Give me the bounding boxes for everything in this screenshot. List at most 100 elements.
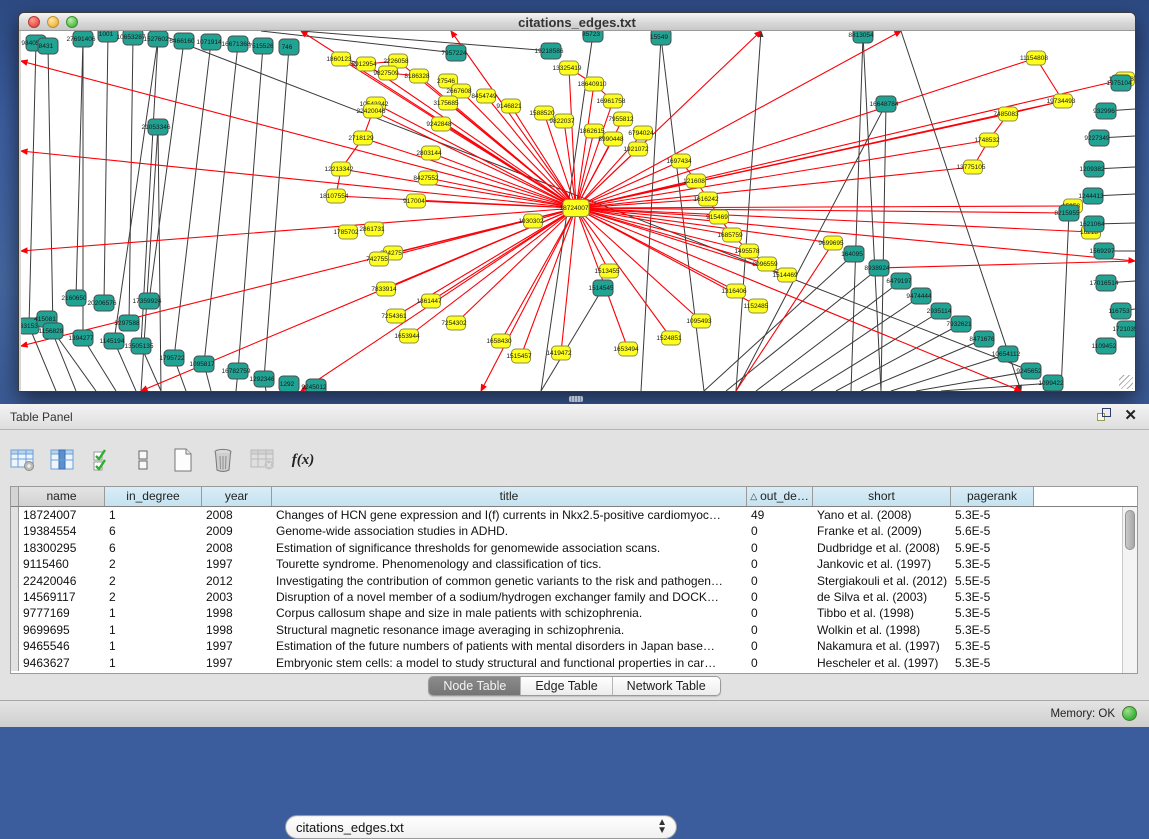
- graph-node[interactable]: 1361447: [416, 294, 442, 308]
- graph-node[interactable]: 1292: [279, 376, 299, 391]
- graph-node[interactable]: 15549: [650, 31, 671, 45]
- graph-node[interactable]: 1292346: [249, 371, 275, 387]
- table-row[interactable]: 946554611997Estimation of the future num…: [11, 638, 1122, 654]
- column-header-year[interactable]: year: [202, 487, 272, 506]
- table-selector-dropdown[interactable]: citations_edges.txt ▲▼: [285, 815, 677, 839]
- graph-node[interactable]: 1152485: [744, 299, 769, 313]
- graph-node[interactable]: 17359924: [133, 293, 162, 309]
- graph-node[interactable]: 1145194: [100, 333, 125, 349]
- graph-node[interactable]: 11154808: [1020, 51, 1048, 65]
- graph-node[interactable]: 116753: [1108, 303, 1131, 319]
- row-height-button[interactable]: [128, 445, 158, 475]
- graph-node[interactable]: 1109452: [1092, 338, 1117, 354]
- graph-node[interactable]: 1394277: [68, 330, 94, 346]
- select-column-button[interactable]: [48, 445, 78, 475]
- graph-node[interactable]: 1721035: [1112, 321, 1135, 337]
- table-row[interactable]: 911546021997Tourette syndrome. Phenomeno…: [11, 556, 1122, 572]
- graph-node[interactable]: 7955812: [608, 112, 634, 126]
- graph-node[interactable]: 16671368: [222, 36, 251, 52]
- graph-node[interactable]: 16782759: [222, 363, 251, 379]
- graph-node[interactable]: 7515526: [248, 38, 274, 54]
- graph-node[interactable]: 3297588: [114, 315, 140, 331]
- graph-node[interactable]: 1527602: [143, 31, 169, 47]
- graph-node[interactable]: 1921072: [623, 142, 649, 156]
- graph-node[interactable]: 9227349: [1084, 130, 1110, 146]
- graph-node[interactable]: 8813054: [848, 31, 874, 43]
- graph-node[interactable]: 16961758: [597, 94, 626, 108]
- graph-node[interactable]: 9474444: [906, 288, 932, 304]
- table-row[interactable]: 1938455462009Genome-wide association stu…: [11, 523, 1122, 539]
- graph-node[interactable]: 9827509: [373, 66, 399, 80]
- graph-node[interactable]: 7254302: [441, 316, 467, 330]
- graph-node[interactable]: 10654112: [992, 346, 1021, 362]
- graph-node[interactable]: 1209382: [1079, 161, 1105, 177]
- graph-node[interactable]: 1653494: [613, 342, 639, 356]
- graph-node[interactable]: 13505135: [125, 338, 154, 354]
- delete-column-trash-button[interactable]: [208, 445, 238, 475]
- graph-node[interactable]: 746: [279, 39, 299, 55]
- graph-node[interactable]: 8186328: [404, 69, 430, 83]
- network-canvas[interactable]: 9840557843127691406100110653287152760264…: [21, 31, 1135, 391]
- table-row[interactable]: 2242004622012Investigating the contribut…: [11, 573, 1122, 589]
- graph-node[interactable]: 18107554: [320, 189, 349, 203]
- graph-node[interactable]: 6479197: [886, 273, 912, 289]
- show-column-settings-button[interactable]: [8, 445, 38, 475]
- graph-node[interactable]: 8454749: [471, 89, 497, 103]
- graph-node[interactable]: 6794024: [628, 126, 654, 140]
- column-header-pagerank[interactable]: pagerank: [951, 487, 1034, 506]
- table-row[interactable]: 1456911722003Disruption of a novel membe…: [11, 589, 1122, 605]
- graph-node[interactable]: 9245652: [1016, 363, 1042, 379]
- graph-node[interactable]: 27691406: [67, 31, 96, 47]
- network-window[interactable]: citations_edges.txt 98405578431276914061…: [18, 12, 1136, 392]
- graph-node[interactable]: 1748532: [974, 133, 1000, 147]
- column-header-in_degree[interactable]: in_degree: [105, 487, 202, 506]
- graph-node[interactable]: 1658430: [486, 334, 512, 348]
- graph-node[interactable]: 164095: [841, 246, 864, 262]
- graph-node[interactable]: 2935114: [927, 303, 952, 319]
- graph-node[interactable]: 742755: [366, 252, 388, 266]
- column-header-name[interactable]: name: [19, 487, 105, 506]
- graph-node[interactable]: 1860123: [326, 52, 352, 66]
- table-row[interactable]: 977716911998Corpus callosum shape and si…: [11, 605, 1122, 621]
- graph-node[interactable]: 1524851: [656, 331, 682, 345]
- graph-node[interactable]: 1514545: [588, 280, 614, 296]
- function-builder-button[interactable]: f(x): [288, 445, 318, 475]
- graph-node[interactable]: 1513455: [594, 264, 620, 278]
- graph-node[interactable]: 19218586: [535, 43, 564, 59]
- vertical-scrollbar[interactable]: [1122, 507, 1137, 673]
- graph-node[interactable]: 1001: [98, 31, 118, 42]
- scrollbar-thumb[interactable]: [1125, 510, 1135, 550]
- graph-node[interactable]: 1099422: [1038, 375, 1064, 391]
- network-graph[interactable]: 9840557843127691406100110653287152760264…: [21, 31, 1135, 391]
- graph-node[interactable]: 16648784: [870, 96, 899, 112]
- graph-node[interactable]: 1419472: [546, 346, 572, 360]
- graph-node[interactable]: 917004: [403, 194, 425, 208]
- tab-network-table[interactable]: Network Table: [613, 677, 720, 695]
- graph-node[interactable]: 7833914: [371, 282, 397, 296]
- graph-node[interactable]: 17016514: [1090, 275, 1119, 291]
- graph-node[interactable]: 1685759: [717, 228, 743, 242]
- graph-node[interactable]: 13775105: [957, 160, 986, 174]
- graph-node[interactable]: 1316406: [721, 284, 747, 298]
- tab-node-table[interactable]: Node Table: [429, 677, 521, 695]
- select-all-checklist-button[interactable]: [88, 445, 118, 475]
- new-column-document-button[interactable]: [168, 445, 198, 475]
- graph-node[interactable]: 2160650: [61, 290, 87, 306]
- graph-node[interactable]: 9242848: [426, 117, 452, 131]
- graph-node[interactable]: 8215955: [1054, 205, 1080, 221]
- graph-node[interactable]: 7957224: [441, 45, 467, 61]
- graph-node[interactable]: 2718129: [348, 131, 374, 145]
- table-row[interactable]: 1872400712008Changes of HCN gene express…: [11, 507, 1122, 523]
- graph-node[interactable]: 1095493: [686, 314, 712, 328]
- float-panel-icon[interactable]: [1097, 408, 1112, 423]
- graph-node[interactable]: 3175685: [433, 96, 459, 110]
- graph-node[interactable]: 10653287: [117, 31, 146, 45]
- graph-node[interactable]: 932996: [1093, 103, 1116, 119]
- column-header-out_de[interactable]: △out_de…: [747, 487, 813, 506]
- graph-node[interactable]: 1515457: [506, 349, 532, 363]
- graph-node[interactable]: 6466160: [169, 33, 195, 49]
- column-header-short[interactable]: short: [813, 487, 951, 506]
- graph-node[interactable]: 8912954: [351, 57, 377, 71]
- graph-node[interactable]: 20206576: [88, 295, 117, 311]
- graph-node[interactable]: 121608: [683, 174, 705, 188]
